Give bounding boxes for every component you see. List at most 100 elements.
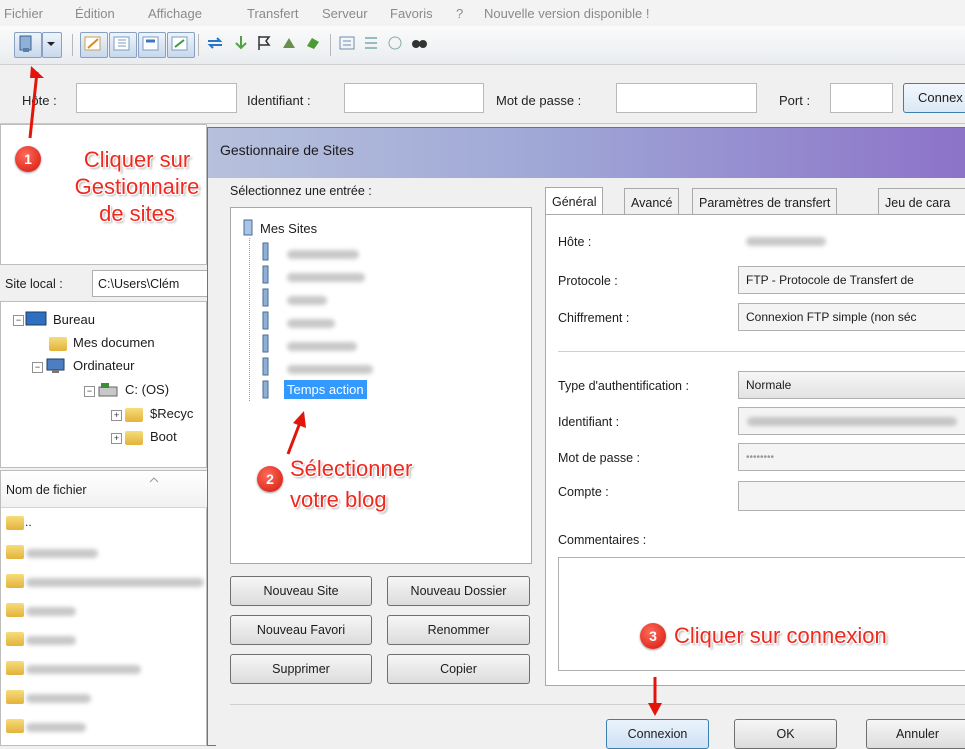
dialog-titlebar[interactable]: Gestionnaire de Sites xyxy=(208,128,965,178)
site-host-label: Hôte : xyxy=(558,235,592,249)
tree-item-bureau[interactable]: Bureau xyxy=(53,312,95,327)
toggle-log-button[interactable] xyxy=(80,32,108,58)
blurred-site[interactable] xyxy=(287,319,335,328)
desktop-icon xyxy=(25,311,47,326)
menu-affichage[interactable]: Affichage xyxy=(148,6,202,21)
quickconnect-button[interactable]: Connex xyxy=(903,83,965,113)
toggle-remote-tree-button[interactable] xyxy=(138,32,166,58)
filter-icon[interactable] xyxy=(338,34,356,52)
folder-icon xyxy=(6,719,24,733)
blurred-filename[interactable] xyxy=(26,694,91,703)
blurred-filename[interactable] xyxy=(26,607,76,616)
blurred-filename[interactable] xyxy=(26,636,76,645)
blurred-filename[interactable] xyxy=(26,723,86,732)
tree-item-ordinateur[interactable]: Ordinateur xyxy=(73,358,134,373)
tree-item-documents[interactable]: Mes documen xyxy=(73,335,155,350)
tab-advanced[interactable]: Avancé xyxy=(624,188,680,214)
blurred-site[interactable] xyxy=(287,250,359,259)
search-icon[interactable] xyxy=(410,34,428,52)
site-temps-action[interactable]: Temps action xyxy=(284,380,367,399)
menu-fichier[interactable]: Fichier xyxy=(4,6,43,21)
new-folder-button[interactable]: Nouveau Dossier xyxy=(387,576,530,606)
folder-icon xyxy=(6,690,24,704)
connect-button[interactable]: Connexion xyxy=(606,719,709,749)
blurred-site[interactable] xyxy=(287,365,373,374)
step-2-text: Sélectionner votre blog xyxy=(290,456,413,512)
local-file-list: Nom de fichier .. xyxy=(0,470,208,746)
collapse-icon[interactable]: − xyxy=(84,386,95,397)
toggle-queue-button[interactable] xyxy=(167,32,195,58)
blurred-filename[interactable] xyxy=(26,549,98,558)
parent-directory[interactable]: .. xyxy=(25,515,32,529)
refresh-icon[interactable] xyxy=(206,34,224,52)
tab-transfer-settings[interactable]: Paramètres de transfert xyxy=(692,188,838,214)
tree-item-recycle[interactable]: $Recyc xyxy=(150,406,193,421)
disconnect-icon[interactable] xyxy=(280,34,298,52)
site-manager-dialog: Gestionnaire de Sites Sélectionnez une e… xyxy=(207,127,965,749)
collapse-icon[interactable]: − xyxy=(32,362,43,373)
encryption-select[interactable]: Connexion FTP simple (non séc xyxy=(738,303,965,331)
tree-item-boot[interactable]: Boot xyxy=(150,429,177,444)
tree-icon xyxy=(113,36,130,51)
site-manager-dropdown[interactable] xyxy=(42,32,62,58)
rename-button[interactable]: Renommer xyxy=(387,615,530,645)
delete-button[interactable]: Supprimer xyxy=(230,654,372,684)
site-user-input[interactable] xyxy=(738,407,965,435)
step-3-badge: 3 xyxy=(640,623,666,649)
server-icon xyxy=(262,242,269,261)
folder-icon xyxy=(6,661,24,675)
menu-help[interactable]: ? xyxy=(456,6,463,21)
copy-button[interactable]: Copier xyxy=(387,654,530,684)
account-input[interactable] xyxy=(738,481,965,511)
encryption-label: Chiffrement : xyxy=(558,311,630,325)
step-3-text: Cliquer sur connexion xyxy=(674,623,887,648)
local-site-label: Site local : xyxy=(5,277,63,291)
menu-bar: Fichier Édition Affichage Transfert Serv… xyxy=(0,0,965,27)
site-password-input[interactable]: •••••••• xyxy=(738,443,965,471)
port-input[interactable] xyxy=(830,83,893,113)
drive-icon xyxy=(98,383,118,397)
protocol-select[interactable]: FTP - Protocole de Transfert de xyxy=(738,266,965,294)
menu-edition[interactable]: Édition xyxy=(75,6,115,21)
tab-charset[interactable]: Jeu de cara xyxy=(878,188,965,214)
menu-serveur[interactable]: Serveur xyxy=(322,6,368,21)
blurred-site[interactable] xyxy=(287,296,327,305)
auth-type-select[interactable]: Normale xyxy=(738,371,965,399)
sync-browse-icon[interactable] xyxy=(386,34,404,52)
blurred-filename[interactable] xyxy=(26,665,141,674)
column-filename[interactable]: Nom de fichier xyxy=(6,483,87,497)
process-queue-icon[interactable] xyxy=(232,34,250,52)
sites-root[interactable]: Mes Sites xyxy=(260,221,317,236)
menu-favoris[interactable]: Favoris xyxy=(390,6,433,21)
cancel-button[interactable]: Annuler xyxy=(866,719,965,749)
file-list-header[interactable]: Nom de fichier xyxy=(1,471,208,508)
compare-icon[interactable] xyxy=(362,34,380,52)
menu-new-version[interactable]: Nouvelle version disponible ! xyxy=(484,6,649,21)
tab-general[interactable]: Général xyxy=(545,187,604,215)
tree-item-drive-c[interactable]: C: (OS) xyxy=(125,382,169,397)
blurred-host xyxy=(746,237,826,246)
expand-icon[interactable]: + xyxy=(111,433,122,444)
local-tree: − Bureau Mes documen − Ordinateur − C: (… xyxy=(0,301,207,468)
user-input[interactable] xyxy=(344,83,484,113)
password-input[interactable] xyxy=(616,83,757,113)
server-icon xyxy=(262,265,269,284)
blurred-site[interactable] xyxy=(287,342,357,351)
step-2-badge: 2 xyxy=(257,466,283,492)
cancel-icon[interactable] xyxy=(256,34,274,52)
local-path-input[interactable]: C:\Users\Clém xyxy=(92,270,210,297)
toggle-tree-button[interactable] xyxy=(109,32,137,58)
reconnect-icon[interactable] xyxy=(304,34,322,52)
quickconnect-bar: Hôte : Identifiant : Mot de passe : Port… xyxy=(0,65,965,124)
new-bookmark-button[interactable]: Nouveau Favori xyxy=(230,615,372,645)
new-site-button[interactable]: Nouveau Site xyxy=(230,576,372,606)
ok-button[interactable]: OK xyxy=(734,719,837,749)
collapse-icon[interactable]: − xyxy=(13,315,24,326)
blurred-site[interactable] xyxy=(287,273,365,282)
site-manager-button[interactable] xyxy=(14,32,42,58)
comments-textarea[interactable] xyxy=(558,557,965,671)
host-input[interactable] xyxy=(76,83,237,113)
expand-icon[interactable]: + xyxy=(111,410,122,421)
menu-transfert[interactable]: Transfert xyxy=(247,6,299,21)
blurred-filename[interactable] xyxy=(26,578,204,587)
